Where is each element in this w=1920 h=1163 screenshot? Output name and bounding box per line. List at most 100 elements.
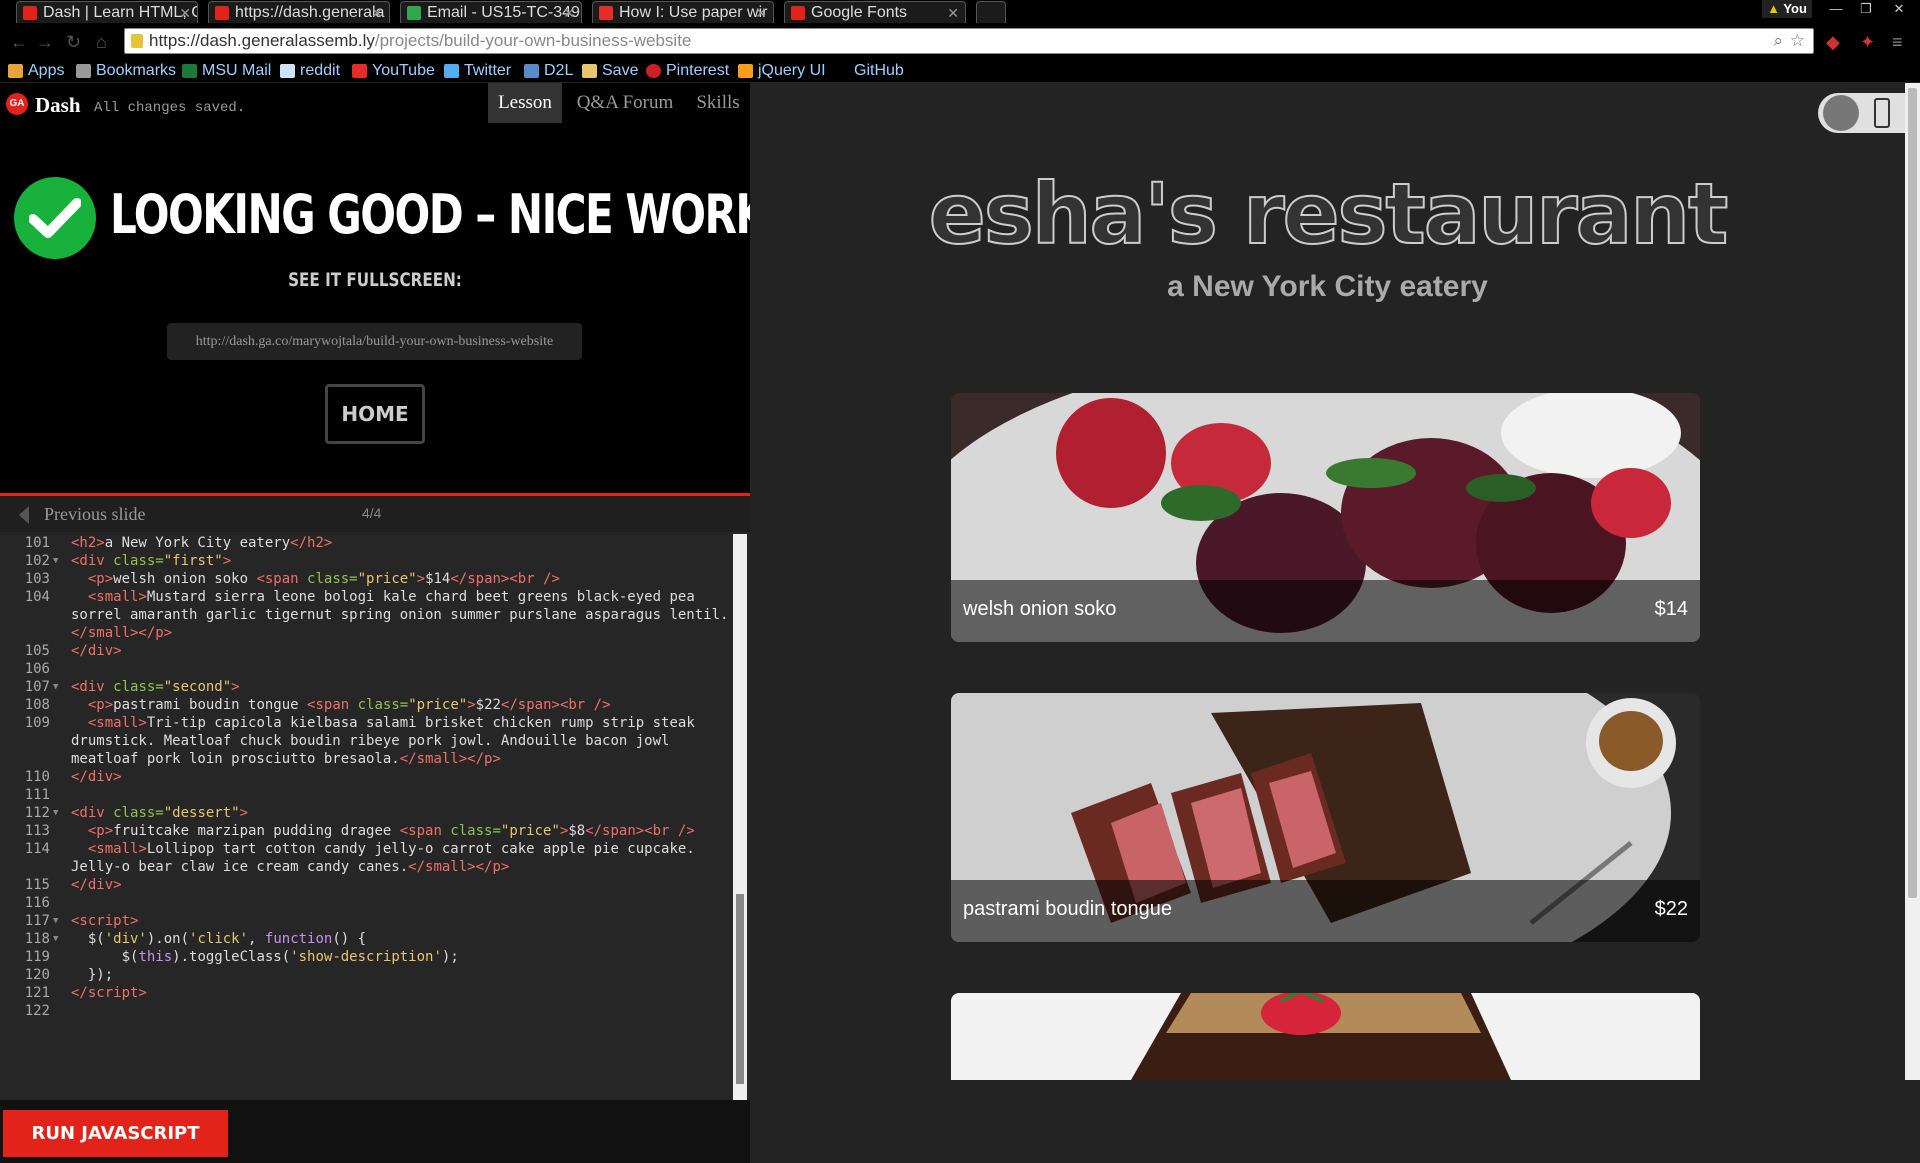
new-tab-button[interactable] [976,1,1006,23]
mobile-view-icon[interactable] [1874,98,1890,128]
close-tab-icon[interactable]: ✕ [947,2,959,23]
profile-button[interactable]: ▲ You [1762,0,1812,18]
code-line[interactable]: meatloaf pork loin prosciutto bresaola.<… [0,750,730,768]
ga-logo-icon[interactable]: GA [6,93,28,115]
code-text: Jelly-o bear claw ice cream candy canes.… [71,859,510,875]
fold-arrow-icon[interactable]: ▼ [53,930,58,948]
code-line[interactable]: </small></p> [0,624,730,642]
line-number: 122 [24,1003,50,1019]
email-favicon-icon [407,6,421,20]
dish-card-first[interactable]: welsh onion soko $14 [951,393,1700,642]
bookmark-youtube[interactable]: YouTube [352,60,435,82]
back-icon[interactable]: ← [10,32,28,53]
jquery-icon [738,64,753,78]
bookmark-apps[interactable]: Apps [8,60,64,82]
close-tab-icon[interactable]: ✕ [755,2,767,23]
run-javascript-button[interactable]: RUN JAVASCRIPT [3,1110,228,1157]
code-line[interactable]: 104 <small>Mustard sierra leone bologi k… [0,588,730,606]
code-line[interactable]: 120 }); [0,966,730,984]
code-line[interactable]: 110 </div> [0,768,730,786]
code-line[interactable]: 101 <h2>a New York City eatery</h2> [0,534,730,552]
code-line[interactable]: 122 [0,1002,730,1020]
bookmark-d2l[interactable]: D2L [524,60,573,82]
code-line[interactable]: 114 <small>Lollipop tart cotton candy je… [0,840,730,858]
editor-scroll-thumb[interactable] [736,894,744,1084]
code-line[interactable]: 105 </div> [0,642,730,660]
reload-icon[interactable]: ↻ [66,32,81,53]
code-line[interactable]: 119 $(this).toggleClass('show-descriptio… [0,948,730,966]
share-url-field[interactable]: http://dash.ga.co/marywojtala/build-your… [167,323,582,360]
dish-card-dessert[interactable] [951,993,1700,1080]
code-text: <p>welsh onion soko <span class="price">… [87,571,560,587]
line-number: 103 [24,571,50,587]
page-scroll-thumb[interactable] [1908,88,1917,898]
code-line[interactable]: 118 ▼ $('div').on('click', function() { [0,930,730,948]
bookmark-bookmarks[interactable]: Bookmarks [76,60,176,82]
code-line[interactable]: drumstick. Meatloaf chuck boudin ribeye … [0,732,730,750]
tab-lesson[interactable]: Lesson [488,83,562,123]
dish-card-second[interactable]: pastrami boudin tongue $22 [951,693,1700,942]
line-number: 117 [24,913,50,929]
code-line[interactable]: 113 <p>fruitcake marzipan pudding dragee… [0,822,730,840]
editor-scrollbar[interactable] [733,534,747,1100]
tab-skills[interactable]: Skills [688,83,748,123]
page-scrollbar[interactable] [1905,83,1920,1080]
close-tab-icon[interactable]: ✕ [371,2,383,23]
previous-arrow-icon[interactable] [19,506,29,524]
code-line[interactable]: 108 <p>pastrami boudin tongue <span clas… [0,696,730,714]
code-line[interactable]: 103 <p>welsh onion soko <span class="pri… [0,570,730,588]
browser-tab[interactable]: Email - US15-TC-349 ✕ [400,1,582,23]
tab-qa-forum[interactable]: Q&A Forum [570,83,680,123]
bookmark-jquery-ui[interactable]: jQuery UI [738,60,826,82]
address-bar[interactable]: https://dash.generalassemb.ly/projects/b… [124,28,1814,54]
code-line[interactable]: 112 ▼ <div class="dessert"> [0,804,730,822]
code-line[interactable]: 109 <small>Tri-tip capicola kielbasa sal… [0,714,730,732]
bookmark-twitter[interactable]: Twitter [444,60,511,82]
dash-name[interactable]: Dash [35,93,81,118]
browser-tab[interactable]: Dash | Learn HTML, C ✕ [16,1,198,23]
code-line[interactable]: 102 ▼ <div class="first"> [0,552,730,570]
menu-icon[interactable]: ≡ [1892,32,1903,53]
close-tab-icon[interactable]: ✕ [563,2,575,23]
code-line[interactable]: 115 </div> [0,876,730,894]
fold-arrow-icon[interactable]: ▼ [53,552,58,570]
bookmark-github[interactable]: GitHub [834,60,904,82]
browser-tab[interactable]: How I: Use paper wir ✕ [592,1,774,23]
extension-icon[interactable]: ◆ [1826,32,1840,53]
bookmark-pinterest[interactable]: Pinterest [646,60,729,82]
lesson-pane: GA Dash All changes saved. Lesson Q&A Fo… [0,83,786,1163]
code-editor[interactable]: 101 <h2>a New York City eatery</h2> 102 ▼ <d… [0,532,750,1100]
code-line[interactable]: 117 ▼ <script> [0,912,730,930]
home-button[interactable]: HOME [325,384,425,444]
star-bookmark-icon[interactable]: ☆ [1790,29,1805,53]
code-line[interactable]: sorrel amaranth garlic tigernut spring o… [0,606,730,624]
forward-icon[interactable]: → [36,32,54,53]
fold-arrow-icon[interactable]: ▼ [53,804,58,822]
code-line[interactable]: 111 [0,786,730,804]
fold-arrow-icon[interactable]: ▼ [53,678,58,696]
code-line[interactable]: 107 ▼ <div class="second"> [0,678,730,696]
close-tab-icon[interactable]: ✕ [179,2,191,23]
browser-tab[interactable]: Google Fonts ✕ [784,1,966,23]
desktop-view-toggle-icon[interactable] [1823,95,1859,131]
code-line[interactable]: 116 [0,894,730,912]
restore-icon[interactable]: ❐ [1852,0,1880,18]
zoom-icon[interactable]: ⌕ [1773,29,1783,53]
bookmark-save[interactable]: Save [582,60,638,82]
twitter-icon [444,64,459,78]
code-line[interactable]: 106 [0,660,730,678]
code-line[interactable]: 121 </script> [0,984,730,1002]
line-number: 105 [24,643,50,659]
close-window-icon[interactable]: ✕ [1882,0,1916,18]
browser-tab[interactable]: https://dash.generala ✕ [208,1,390,23]
dish-name: pastrami boudin tongue [963,898,1173,920]
previous-slide-link[interactable]: Previous slide [44,504,146,525]
line-number: 116 [24,895,50,911]
extension-icon[interactable]: ✦ [1860,32,1875,53]
bookmark-msu-mail[interactable]: MSU Mail [182,60,271,82]
code-line[interactable]: Jelly-o bear claw ice cream candy canes.… [0,858,730,876]
bookmark-reddit[interactable]: reddit [280,60,340,82]
minimize-icon[interactable]: — [1822,0,1850,18]
fold-arrow-icon[interactable]: ▼ [53,912,58,930]
home-icon[interactable]: ⌂ [96,32,107,53]
